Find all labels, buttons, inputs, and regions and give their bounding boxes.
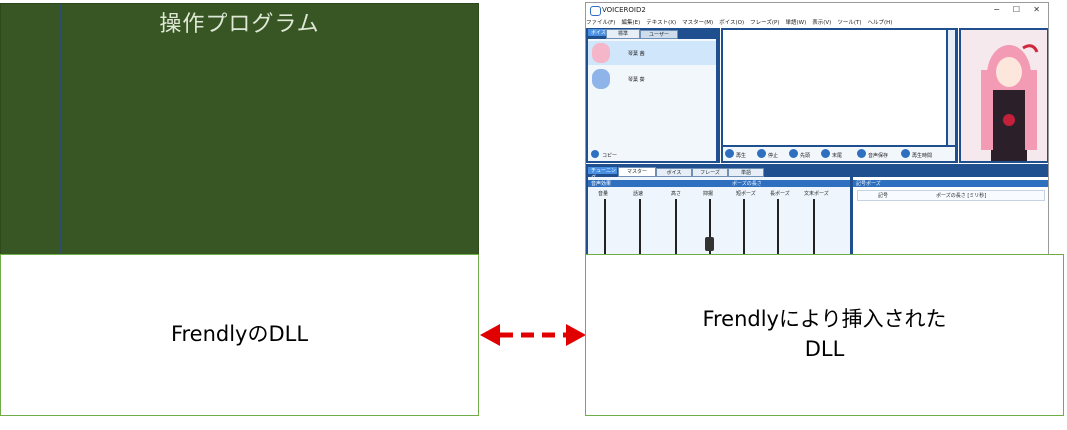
- duration-icon[interactable]: [901, 149, 910, 158]
- tab-master[interactable]: マスター: [618, 167, 656, 177]
- tab-voice[interactable]: ボイス: [656, 168, 692, 177]
- voice-effect-header: 音声効果: [588, 180, 729, 187]
- tab-word[interactable]: 単語: [728, 168, 764, 177]
- symbol-table-header: 記号 ポーズの長さ [ミリ秒]: [857, 190, 1045, 201]
- copy-label: コピー: [602, 153, 618, 159]
- menu-phrase[interactable]: フレーズ(P): [750, 20, 779, 26]
- menu-help[interactable]: ヘルプ(H): [867, 20, 892, 26]
- column-header: ポーズの長さ [ミリ秒]: [936, 193, 987, 199]
- text-input[interactable]: [723, 30, 946, 145]
- tab-user[interactable]: ユーザー: [640, 30, 678, 39]
- stop-label: 停止: [768, 153, 779, 159]
- voice-panel: ボイス 標準 ユーザー 琴葉 茜 琴葉 葵 コピー: [586, 28, 720, 163]
- menu-text[interactable]: テキスト(X): [646, 20, 676, 26]
- voice-name: 琴葉 茜: [628, 51, 645, 57]
- slider-label: 高さ: [671, 191, 682, 197]
- volume-slider[interactable]: [604, 199, 606, 254]
- long-pause-slider[interactable]: [777, 199, 779, 254]
- menu-tools[interactable]: ツール(T): [837, 20, 861, 26]
- inserted-dll-label: Frendlyにより挿入された DLL: [585, 304, 1064, 364]
- arrow-head-left: [480, 324, 500, 346]
- copy-icon[interactable]: [591, 150, 599, 158]
- menu-view[interactable]: 表示(V): [812, 20, 831, 26]
- maximize-icon[interactable]: ☐: [1013, 5, 1020, 14]
- inserted-dll-label-line2: DLL: [804, 337, 845, 361]
- slider-label: 長ポーズ: [770, 191, 790, 197]
- voiceroid-window: VOICEROID2 − ☐ ✕ ファイル(F) 編集(E) テキスト(X) マスター…: [585, 2, 1049, 255]
- bidirectional-dashed-arrow: [480, 324, 586, 346]
- slider-label: 短ポーズ: [736, 191, 756, 197]
- tuning-area: チューニング マスター ボイス フレーズ 単語 音声効果 ポーズの長さ 音量 話…: [586, 164, 1048, 254]
- sentence-end-pause-slider[interactable]: [813, 199, 815, 254]
- character-illustration: [981, 44, 1039, 161]
- minimize-icon[interactable]: −: [993, 5, 1000, 14]
- start-label: 先頭: [800, 153, 811, 159]
- operation-program-title: 操作プログラム: [159, 12, 320, 37]
- symbol-pause-panel: 記号ポーズ 記号 ポーズの長さ [ミリ秒]: [853, 177, 1048, 254]
- character-panel: [959, 28, 1048, 163]
- menu-file[interactable]: ファイル(F): [586, 20, 615, 26]
- end-icon[interactable]: [821, 149, 830, 158]
- end-label: 末尾: [832, 153, 843, 159]
- menu-master[interactable]: マスター(M): [682, 20, 713, 26]
- divider: [60, 4, 61, 254]
- menu-bar: ファイル(F) 編集(E) テキスト(X) マスター(M) ボイス(O) フレーズ(P) 単…: [586, 18, 1048, 28]
- speed-slider[interactable]: [639, 199, 641, 254]
- close-icon[interactable]: ✕: [1033, 5, 1040, 14]
- scrollbar[interactable]: [948, 30, 955, 145]
- slider-label: 話速: [633, 191, 644, 197]
- stop-icon[interactable]: [757, 149, 766, 158]
- frendly-dll-label: FrendlyのDLL: [170, 322, 309, 346]
- play-label: 再生: [736, 153, 747, 159]
- list-item[interactable]: 琴葉 茜: [588, 41, 716, 65]
- playback-toolbar: 再生 停止 先頭 末尾 音声保存 再生時間: [723, 147, 955, 161]
- app-icon: [590, 6, 601, 16]
- title-bar: VOICEROID2 − ☐ ✕: [586, 3, 1048, 18]
- inserted-dll-label-line1: Frendlyにより挿入された: [702, 307, 947, 331]
- list-item[interactable]: 琴葉 葵: [588, 67, 716, 91]
- menu-edit[interactable]: 編集(E): [621, 20, 640, 26]
- tab-phrase[interactable]: フレーズ: [692, 168, 728, 177]
- tuning-label: チューニング: [588, 167, 617, 181]
- save-audio-label: 音声保存: [868, 153, 889, 159]
- menu-word[interactable]: 単語(W): [786, 20, 807, 26]
- operation-program-box: [0, 3, 479, 255]
- duration-label: 再生時間: [912, 153, 933, 159]
- slider-label: 音量: [598, 191, 609, 197]
- slider-label: 文末ポーズ: [804, 191, 829, 197]
- symbol-pause-header: 記号ポーズ: [853, 180, 1048, 187]
- voice-list: 琴葉 茜 琴葉 葵: [588, 39, 716, 149]
- slider-label: 抑揚: [703, 191, 714, 197]
- divider: [419, 4, 420, 254]
- voice-tab-label: ボイス: [588, 29, 607, 36]
- short-pause-slider[interactable]: [743, 199, 745, 254]
- pitch-slider[interactable]: [675, 199, 677, 254]
- avatar: [592, 69, 610, 89]
- save-audio-icon[interactable]: [857, 149, 866, 158]
- slider-thumb[interactable]: [705, 237, 714, 251]
- window-title: VOICEROID2: [602, 6, 646, 14]
- text-panel: 再生 停止 先頭 末尾 音声保存 再生時間: [721, 28, 958, 163]
- arrow-head-right: [566, 324, 586, 346]
- pause-header: ポーズの長さ: [729, 180, 850, 187]
- rewind-icon[interactable]: [789, 149, 798, 158]
- play-icon[interactable]: [725, 149, 734, 158]
- avatar: [592, 43, 610, 63]
- master-settings: 音声効果 ポーズの長さ 音量 話速 高さ 抑揚 短ポーズ 長ポーズ 文末ポーズ: [588, 177, 850, 254]
- tab-standard[interactable]: 標準: [606, 29, 640, 39]
- voice-name: 琴葉 葵: [628, 77, 645, 83]
- menu-voice[interactable]: ボイス(O): [719, 20, 744, 26]
- character-image: [961, 30, 1047, 161]
- copy-bar: コピー: [588, 149, 716, 161]
- column-header: 記号: [878, 193, 889, 199]
